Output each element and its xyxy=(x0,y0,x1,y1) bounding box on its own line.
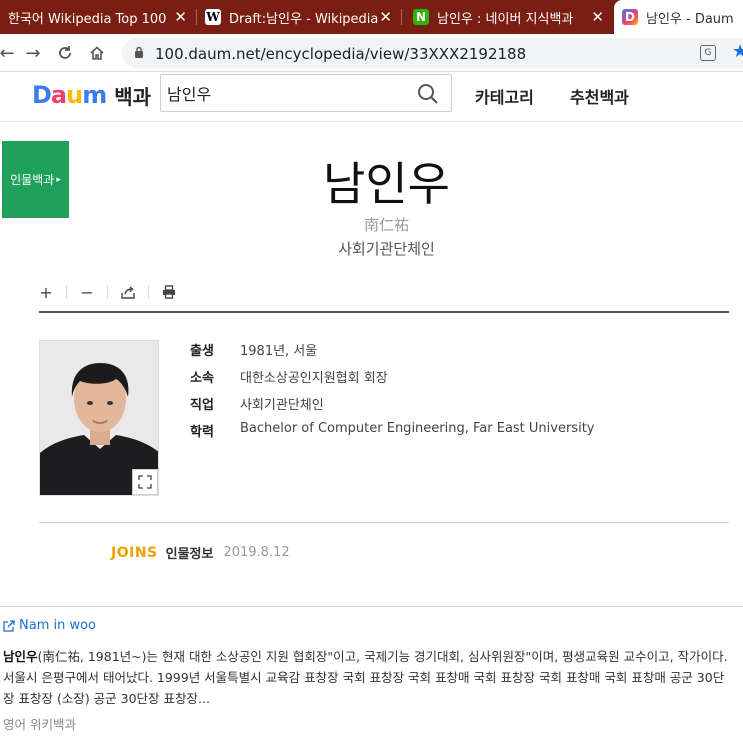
search-input[interactable] xyxy=(167,81,407,105)
share-icon[interactable] xyxy=(118,282,138,302)
profile-photo[interactable] xyxy=(39,340,159,496)
title-hanja: 南仁祐 xyxy=(363,216,409,234)
nav-recommended[interactable]: 추천백과 xyxy=(570,84,629,108)
tool-divider xyxy=(66,286,67,298)
url-text: 100.daum.net/encyclopedia/view/33XXX2192… xyxy=(155,45,527,63)
info-key: 직업 xyxy=(190,398,214,413)
tool-divider xyxy=(107,286,108,298)
info-key: 출생 xyxy=(190,344,214,359)
tab-strip: 한국어 Wikipedia Top 100 ✕ W Draft:남인우 - Wi… xyxy=(0,0,743,34)
summary-source: 영어 위키백과 xyxy=(3,717,76,732)
tab-divider xyxy=(401,9,402,25)
info-value: 사회기관단체인 xyxy=(240,398,324,413)
tab-naver-encyclopedia[interactable]: N 남인우 : 네이버 지식백과 ✕ xyxy=(405,0,612,34)
related-link-text: Nam in woo xyxy=(19,618,97,633)
address-bar[interactable]: 100.daum.net/encyclopedia/view/33XXX2192… xyxy=(122,38,743,68)
tab-wikipedia-top100[interactable]: 한국어 Wikipedia Top 100 ✕ xyxy=(0,0,195,34)
subcategory: 사회기관단체인 xyxy=(338,240,435,258)
tab-title: 남인우 - Daum xyxy=(646,11,734,27)
naver-favicon-icon: N xyxy=(413,9,429,25)
home-icon[interactable] xyxy=(84,40,110,66)
summary-text: (南仁祐, 1981년~)는 현재 대한 소상공인 지원 협회장"이고, 국제기… xyxy=(3,649,728,706)
info-value: 대한소상공인지원협회 회장 xyxy=(240,371,388,386)
tab-title: 한국어 Wikipedia Top 100 xyxy=(8,11,167,27)
joins-logo[interactable]: JOINS xyxy=(111,545,158,561)
back-arrow-icon[interactable]: ← xyxy=(0,40,20,66)
related-summary: 남인우(南仁祐, 1981년~)는 현재 대한 소상공인 지원 협회장"이고, … xyxy=(3,646,733,709)
expand-icon xyxy=(138,475,152,489)
source-date: 2019.8.12 xyxy=(223,545,290,560)
title-divider xyxy=(39,311,729,313)
daum-header: Daum 백과 카테고리 추천백과 xyxy=(0,72,743,122)
info-value: Bachelor of Computer Engineering, Far Ea… xyxy=(240,421,595,436)
content-source: JOINS 인물정보 2019.8.12 xyxy=(111,543,290,563)
source-label: 인물정보 xyxy=(165,547,214,562)
nav-category[interactable]: 카테고리 xyxy=(475,84,534,108)
logo-section-label: 백과 xyxy=(114,84,152,109)
wikipedia-favicon-icon: W xyxy=(205,9,221,25)
print-icon[interactable] xyxy=(159,282,179,302)
section-divider xyxy=(0,606,743,607)
lock-icon xyxy=(135,46,143,58)
browser-toolbar: ← → 100.daum.net/encyclopedia/view/33XXX… xyxy=(0,34,743,72)
close-icon[interactable]: ✕ xyxy=(591,9,604,25)
tab-title: Draft:남인우 - Wikipedia xyxy=(229,11,379,27)
tab-title: 남인우 : 네이버 지식백과 xyxy=(437,11,574,27)
summary-name: 남인우 xyxy=(3,649,38,664)
close-icon[interactable]: ✕ xyxy=(174,9,187,25)
page-title: 남인우 xyxy=(323,157,450,211)
info-value: 1981년, 서울 xyxy=(240,344,318,359)
tool-divider xyxy=(148,286,149,298)
search-box xyxy=(160,74,452,112)
external-link-icon xyxy=(3,619,15,632)
logo-wordmark: Daum xyxy=(32,81,107,109)
zoom-out-icon[interactable]: − xyxy=(77,282,97,302)
search-icon[interactable] xyxy=(417,83,439,105)
info-key: 학력 xyxy=(190,425,214,440)
daum-logo[interactable]: Daum 백과 xyxy=(32,80,151,110)
daum-favicon-icon: D xyxy=(622,9,638,25)
article-toolbar: + − xyxy=(36,282,179,302)
tab-wikipedia-draft[interactable]: W Draft:남인우 - Wikipedia ✕ xyxy=(197,0,400,34)
forward-arrow-icon[interactable]: → xyxy=(20,40,46,66)
info-key: 소속 xyxy=(190,371,214,386)
tab-daum-active[interactable]: D 남인우 - Daum xyxy=(614,0,743,34)
related-article-link[interactable]: Nam in woo xyxy=(3,618,96,633)
bookmark-star-icon[interactable]: ★ xyxy=(732,41,743,62)
info-divider xyxy=(39,522,729,523)
zoom-in-icon[interactable]: + xyxy=(36,282,56,302)
reload-icon[interactable] xyxy=(52,40,78,66)
translate-icon[interactable]: G xyxy=(700,45,716,61)
close-icon[interactable]: ✕ xyxy=(379,9,392,25)
expand-image-button[interactable] xyxy=(132,469,158,495)
